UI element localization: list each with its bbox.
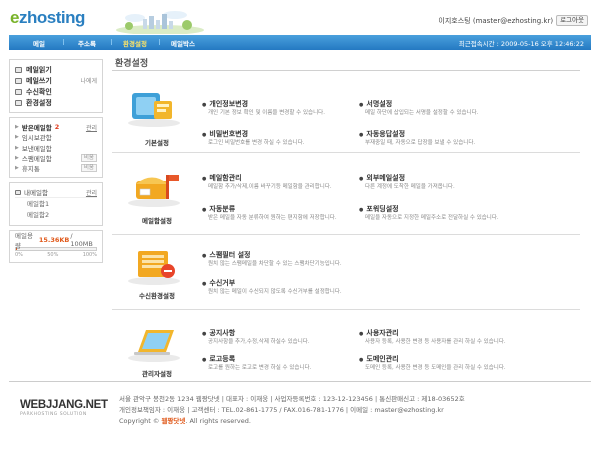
nav-settings[interactable]: 환경설정 — [111, 38, 159, 48]
sidebar: 메일읽기 메일쓰기 나에게 수신확인 환경설정 ▶ 받은메일함 2 관리 ▶ 임시보관함 … — [9, 59, 103, 264]
setting-notice[interactable]: ● 공지사항 공지사항을 추가,수정,삭제 하실수 있습니다. — [202, 328, 362, 346]
footer-info: 서울 관악구 봉천2동 1234 웹짱닷넷 | 대표자 : 이재웅 | 사업자등… — [119, 394, 465, 427]
nav-addressbook[interactable]: 주소록 — [63, 38, 111, 48]
bullet-icon: ● — [202, 132, 207, 138]
bullet-icon: ▶ — [15, 155, 19, 162]
inbox-manage-link[interactable]: 관리 — [86, 123, 97, 132]
bullet-icon: ▶ — [15, 165, 19, 172]
check-icon — [15, 88, 22, 95]
setting-block-senders[interactable]: ● 수신거부 원치 않는 메일이 수신되지 않도록 수신거부를 설정합니다. — [202, 278, 362, 296]
storage-usage: 메일용량 15.36KB / 100MB 0% 50% 100% — [9, 230, 103, 264]
footer-address: 서울 관악구 봉천2동 1234 웹짱닷넷 | 대표자 : 이재웅 | 사업자등… — [119, 395, 465, 403]
section-admin-settings: 관리자설정 ● 공지사항 공지사항을 추가,수정,삭제 하실수 있습니다. ● 사용자… — [112, 310, 580, 390]
usage-used: 15.36KB — [38, 236, 70, 245]
section-label: 메일함설정 — [142, 217, 172, 225]
bullet-icon: ● — [202, 331, 207, 337]
nav-mailbox[interactable]: 메일박스 — [159, 38, 207, 48]
empty-trash-button[interactable]: 비움 — [80, 164, 97, 173]
admin-settings-icon — [128, 330, 180, 362]
sidebar-read-mail[interactable]: 메일읽기 — [15, 64, 97, 75]
setting-spam-filter[interactable]: ● 스팸필터 설정 원치 않는 스팸메일을 차단할 수 있는 스팸차단기능입니다. — [202, 250, 362, 268]
setting-external-mail[interactable]: ● 외부메일설정 다른 계정에 도착한 메일을 가져옵니다. — [359, 173, 519, 191]
setting-signature[interactable]: ● 서명설정 메일 하단에 삽입되는 서명을 설정할 수 있습니다. — [359, 99, 519, 117]
bullet-icon: ● — [202, 176, 207, 182]
gear-icon — [15, 99, 22, 106]
folder-drafts[interactable]: ▶ 임시보관함 — [15, 132, 97, 142]
bullet-icon: ● — [202, 357, 207, 363]
sidebar-my-folders: 내메일함 관리 메일함1 메일함2 — [9, 182, 103, 227]
section-receive-settings: 수신환경설정 ● 스팸필터 설정 원치 않는 스팸메일을 차단할 수 있는 스팸차단… — [112, 235, 580, 310]
receive-settings-icon — [128, 251, 180, 285]
mailbox-settings-icon — [128, 175, 180, 207]
setting-auto-reply[interactable]: ● 자동응답설정 부재중일 때, 자동으로 답장을 보낼 수 있습니다. — [359, 129, 519, 147]
write-to-self-link[interactable]: 나에게 — [80, 76, 97, 85]
folder-trash[interactable]: ▶ 휴지통 비움 — [15, 163, 97, 173]
my-folder-item[interactable]: 메일함2 — [15, 210, 97, 221]
bullet-icon: ● — [359, 132, 364, 138]
mail-icon — [15, 66, 22, 73]
section-label: 기본설정 — [145, 139, 169, 147]
user-info: 이지호스팅 (master@ezhosting.kr) 로그아웃 — [438, 15, 588, 26]
nav-mail[interactable]: 메일 — [15, 38, 63, 48]
bullet-icon: ● — [202, 253, 207, 259]
bullet-icon: ● — [359, 102, 364, 108]
bullet-icon: ▶ — [15, 124, 19, 131]
section-basic-settings: 기본설정 ● 개인정보변경 개인 기본 정보 확인 및 이름을 변경할 수 있습니다… — [112, 71, 580, 153]
sidebar-read-receipt[interactable]: 수신확인 — [15, 86, 97, 97]
settings-content: 환경설정 기본설정 ● 개인정보변경 개인 기본 정보 확인 및 이름을 변경할 수… — [112, 57, 580, 390]
folder-spam[interactable]: ▶ 스팸메일함 비움 — [15, 153, 97, 163]
section-label: 관리자설정 — [142, 370, 172, 378]
bullet-icon: ● — [359, 207, 364, 213]
setting-manage-mailbox[interactable]: ● 메일함관리 메일함 추가/삭제,이름 바꾸기등 메일함을 관리합니다. — [202, 173, 362, 191]
bullet-icon: ● — [202, 281, 207, 287]
empty-spam-button[interactable]: 비움 — [80, 154, 97, 163]
setting-personal-info[interactable]: ● 개인정보변경 개인 기본 정보 확인 및 이름을 변경할 수 있습니다. — [202, 99, 362, 117]
page-title: 환경설정 — [112, 57, 580, 71]
bullet-icon: ● — [359, 357, 364, 363]
setting-auto-sort[interactable]: ● 자동분류 받은 메일을 자동 분류하여 원하는 편지함에 저장합니다. — [202, 204, 362, 222]
bullet-icon: ▶ — [15, 134, 19, 141]
setting-domain-management[interactable]: ● 도메인관리 도메인 등록, 사용한 변경 등 도메인을 관리 하실 수 있습니다… — [359, 354, 519, 372]
basic-settings-icon — [128, 93, 180, 127]
bullet-icon: ● — [202, 207, 207, 213]
bullet-icon: ● — [359, 331, 364, 337]
usage-total: / 100MB — [70, 232, 93, 249]
footer-copyright: Copyright © 웹짱닷넷. All rights reserved. — [119, 417, 251, 425]
my-folders-header: 내메일함 관리 — [15, 187, 97, 199]
sidebar-folders: ▶ 받은메일함 2 관리 ▶ 임시보관함 ▶ 보낸메일함 ▶ 스팸메일함 비움 ▶ 휴지통 비움 — [9, 117, 103, 179]
folder-inbox[interactable]: ▶ 받은메일함 2 관리 — [15, 122, 97, 132]
sidebar-settings[interactable]: 환경설정 — [15, 97, 97, 108]
top-nav: 메일 주소록 환경설정 메일박스 최근접속시간 : 2009-05-16 오후 … — [9, 35, 591, 50]
usage-scale: 0% 50% 100% — [15, 252, 97, 259]
usage-label: 메일용량 — [15, 232, 33, 251]
app-logo[interactable]: ezhosting — [10, 8, 85, 28]
footer-logo: WEBJJANG.NET PARKHOSTING SOLUTION — [20, 399, 108, 417]
sidebar-write-mail[interactable]: 메일쓰기 나에게 — [15, 75, 97, 86]
my-folder-item[interactable]: 메일함1 — [15, 199, 97, 210]
write-icon — [15, 77, 22, 84]
setting-forwarding[interactable]: ● 포워딩설정 메일을 자동으로 지정한 메일주소로 전달하실 수 있습니다. — [359, 204, 519, 222]
user-email: 이지호스팅 (master@ezhosting.kr) — [438, 16, 554, 25]
my-folders-manage-link[interactable]: 관리 — [86, 188, 97, 197]
footer-divider — [9, 381, 591, 382]
sidebar-main-menu: 메일읽기 메일쓰기 나에게 수신확인 환경설정 — [9, 59, 103, 113]
unread-count: 2 — [54, 123, 60, 132]
bullet-icon: ● — [359, 176, 364, 182]
folder-icon — [15, 189, 21, 195]
scenery-decoration-icon — [116, 11, 204, 34]
setting-user-management[interactable]: ● 사용자관리 사용자 등록, 사용한 변경 등 사용자를 관리 하실 수 있습니다… — [359, 328, 519, 346]
last-login-time: 최근접속시간 : 2009-05-16 오후 12:46:22 — [458, 39, 584, 48]
bullet-icon: ● — [202, 102, 207, 108]
logout-button[interactable]: 로그아웃 — [556, 15, 588, 26]
setting-logo-upload[interactable]: ● 로고등록 로고를 원하는 로고로 변경 하실 수 있습니다. — [202, 354, 362, 372]
folder-sent[interactable]: ▶ 보낸메일함 — [15, 143, 97, 153]
section-label: 수신환경설정 — [139, 292, 175, 300]
setting-password[interactable]: ● 비밀번호변경 로그인 비밀번호를 변경 하실 수 있습니다. — [202, 129, 362, 147]
bullet-icon: ▶ — [15, 144, 19, 151]
section-mailbox-settings: 메일함설정 ● 메일함관리 메일함 추가/삭제,이름 바꾸기등 메일함을 관리합니다… — [112, 153, 580, 235]
footer-contact: 개인정보책임자 : 이재웅 | 고객센터 : TEL.02-861-1775 /… — [119, 406, 444, 414]
